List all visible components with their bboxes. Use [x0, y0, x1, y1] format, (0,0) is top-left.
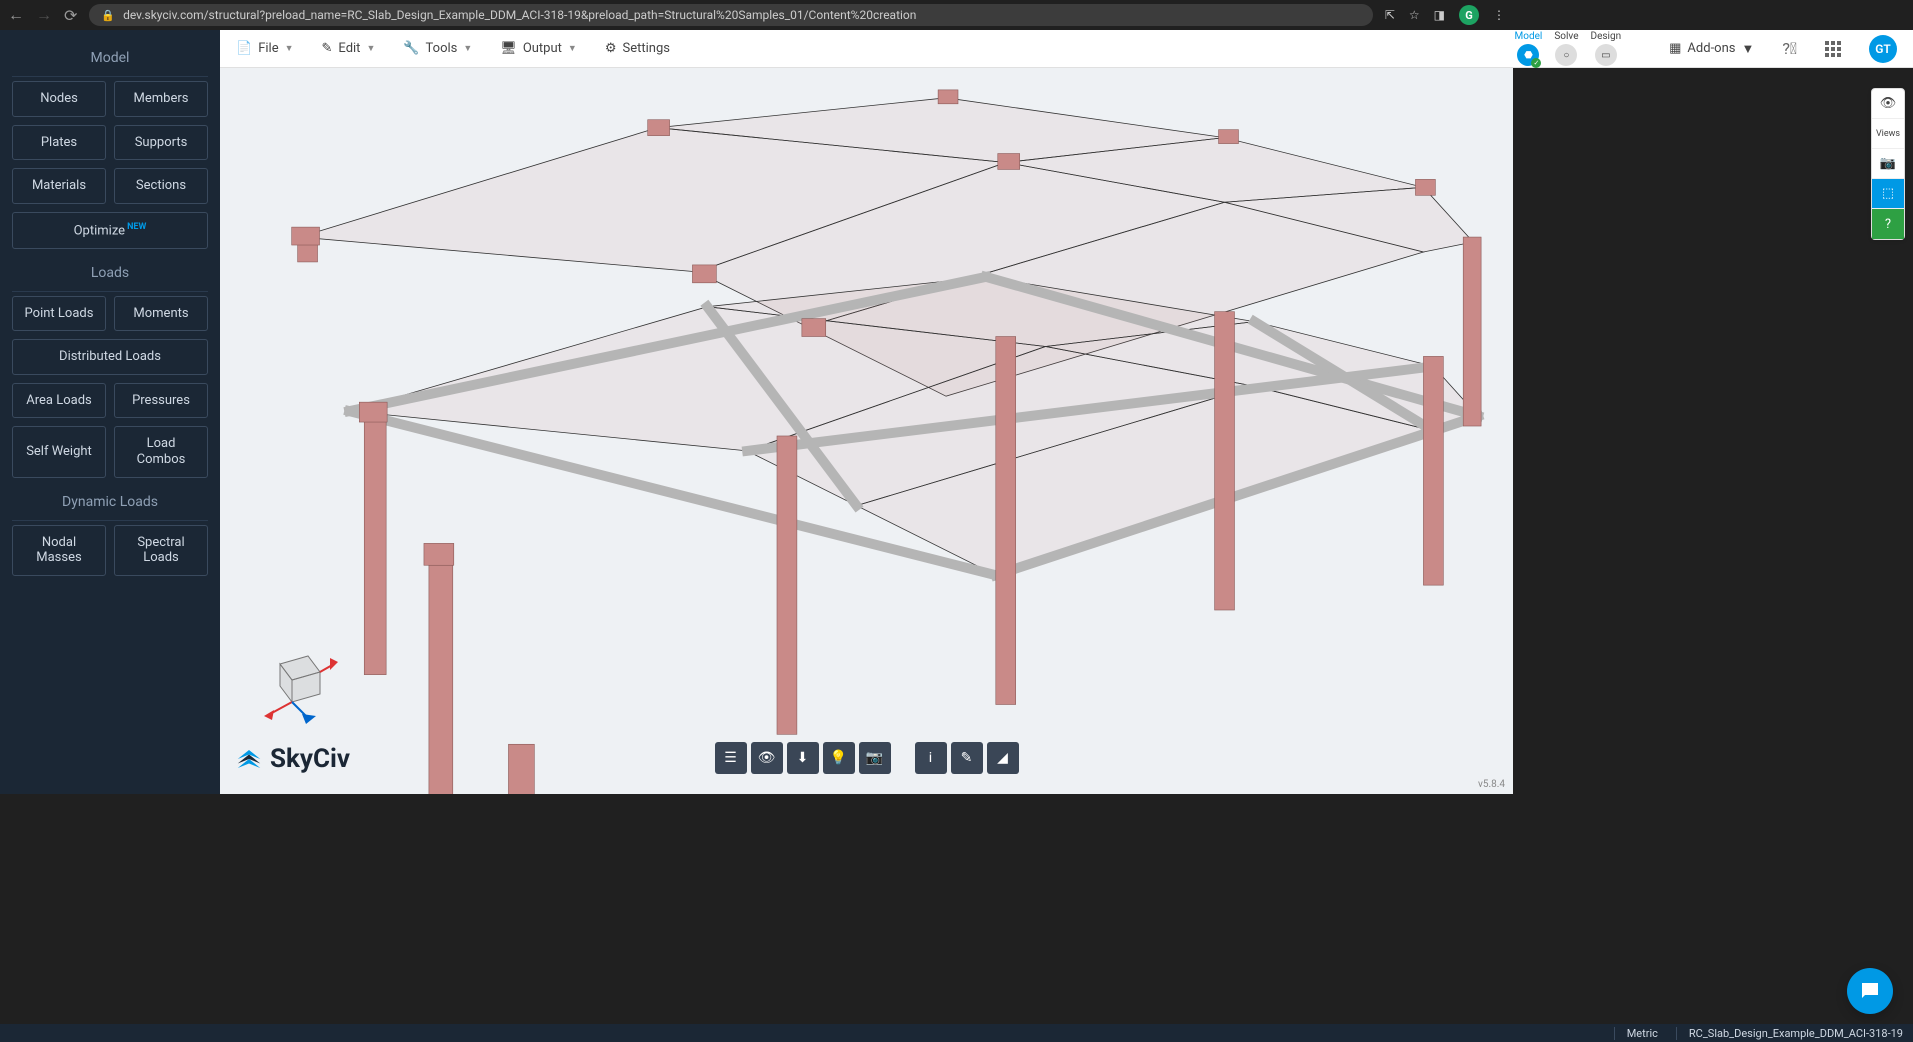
members-button[interactable]: Members [114, 81, 208, 117]
materials-button[interactable]: Materials [12, 168, 106, 204]
point-loads-button[interactable]: Point Loads [12, 296, 106, 332]
output-menu[interactable]: 🖥 Output ▼ [500, 41, 577, 56]
views-button[interactable]: Views [1872, 119, 1904, 149]
statusbar: Metric RC_Slab_Design_Example_DDM_ACI-31… [0, 1024, 1913, 1042]
browser-chrome: ← → ⟳ 🔒 dev.skyciv.com/structural?preloa… [0, 0, 1513, 30]
chevron-down-icon: ▼ [568, 43, 577, 54]
share-icon[interactable]: ⇱ [1385, 8, 1395, 22]
topbar: 📄 File ▼ ✎ Edit ▼ 🔧 Tools ▼ 🖥 Output ▼ ⚙… [220, 30, 1913, 68]
eye-icon[interactable]: 👁 [751, 742, 783, 774]
lightbulb-icon[interactable]: 💡 [823, 742, 855, 774]
layers-icon[interactable]: ☰ [715, 742, 747, 774]
file-menu[interactable]: 📄 File ▼ [236, 41, 294, 56]
info-icon[interactable]: i [915, 742, 947, 774]
nodal-masses-button[interactable]: Nodal Masses [12, 525, 106, 576]
chevron-down-icon: ▼ [366, 43, 375, 54]
pressures-button[interactable]: Pressures [114, 383, 208, 419]
user-avatar[interactable]: GT [1869, 35, 1897, 63]
axis-gizmo[interactable] [250, 644, 340, 724]
logo-icon [234, 744, 264, 774]
tools-menu[interactable]: 🔧 Tools ▼ [403, 41, 472, 56]
filename-label: RC_Slab_Design_Example_DDM_ACI-318-19 [1676, 1027, 1903, 1040]
skyciv-logo: SkyCiv [234, 744, 350, 774]
stage-design-icon: ▭ [1595, 44, 1617, 66]
file-icon: 📄 [236, 41, 252, 56]
spectral-loads-button[interactable]: Spectral Loads [114, 525, 208, 576]
screenshot-icon[interactable]: 📷 [1872, 149, 1904, 179]
load-combos-button[interactable]: Load Combos [114, 426, 208, 477]
forward-button[interactable]: → [36, 5, 52, 25]
plates-button[interactable]: Plates [12, 125, 106, 161]
settings-menu[interactable]: ⚙ Settings [605, 41, 670, 56]
model-section-title: Model [12, 50, 208, 66]
stage-model[interactable]: Model ⬣ [1515, 31, 1543, 66]
stage-design[interactable]: Design ▭ [1591, 31, 1622, 66]
wrench-icon: 🔧 [403, 41, 419, 56]
cube-icon[interactable]: ⬚ [1872, 179, 1904, 209]
stage-model-icon: ⬣ [1517, 44, 1539, 66]
back-button[interactable]: ← [8, 5, 24, 25]
visibility-icon[interactable]: 👁 [1872, 89, 1904, 119]
viewport-toolbar: ☰ 👁 ⬇ 💡 📷 i ✎ ◢ [715, 742, 1019, 774]
help-icon[interactable]: ?⃝ [1782, 39, 1797, 58]
stage-solve-icon: ○ [1555, 44, 1577, 66]
lock-icon: 🔒 [101, 9, 115, 22]
addons-menu[interactable]: ▦ Add-ons ▼ [1669, 41, 1754, 57]
gear-icon: ⚙ [605, 41, 617, 56]
star-icon[interactable]: ☆ [1409, 8, 1420, 22]
supports-button[interactable]: Supports [114, 125, 208, 161]
grid-icon: ▦ [1669, 41, 1681, 56]
structure-render [220, 68, 1513, 794]
sidebar: Model Nodes Members Plates Supports Mate… [0, 30, 220, 794]
workflow-stages: Model ⬣ Solve ○ Design ▭ [1515, 31, 1622, 66]
dynamic-loads-section-title: Dynamic Loads [12, 494, 208, 510]
chevron-down-icon: ▼ [463, 43, 472, 54]
optimize-button[interactable]: OptimizeNEW [12, 212, 208, 249]
extensions-icon[interactable]: ◨ [1434, 8, 1445, 22]
chat-bubble[interactable] [1847, 968, 1893, 1014]
self-weight-button[interactable]: Self Weight [12, 426, 106, 477]
url-bar[interactable]: 🔒 dev.skyciv.com/structural?preload_name… [89, 4, 1372, 26]
url-text: dev.skyciv.com/structural?preload_name=R… [123, 8, 916, 22]
camera-icon[interactable]: 📷 [859, 742, 891, 774]
eraser-icon[interactable]: ◢ [987, 742, 1019, 774]
stage-solve[interactable]: Solve ○ [1554, 31, 1578, 66]
distributed-loads-button[interactable]: Distributed Loads [12, 339, 208, 375]
sections-button[interactable]: Sections [114, 168, 208, 204]
apps-grid-icon[interactable] [1825, 41, 1841, 57]
moments-button[interactable]: Moments [114, 296, 208, 332]
browser-profile[interactable]: G [1459, 5, 1479, 25]
chevron-down-icon: ▼ [285, 43, 294, 54]
reload-button[interactable]: ⟳ [64, 6, 77, 25]
help-button[interactable]: ? [1872, 209, 1904, 239]
download-icon[interactable]: ⬇ [787, 742, 819, 774]
3d-viewport[interactable]: SkyCiv ☰ 👁 ⬇ 💡 📷 i ✎ ◢ v5.8.4 [220, 68, 1513, 794]
area-loads-button[interactable]: Area Loads [12, 383, 106, 419]
chat-icon [1858, 979, 1882, 1003]
right-toolbar: 👁 Views 📷 ⬚ ? [1871, 88, 1905, 240]
pencil-icon: ✎ [322, 41, 333, 56]
nodes-button[interactable]: Nodes [12, 81, 106, 117]
version-label: v5.8.4 [1478, 779, 1505, 790]
edit-menu[interactable]: ✎ Edit ▼ [322, 41, 376, 56]
chevron-down-icon: ▼ [1741, 41, 1754, 57]
edit-icon[interactable]: ✎ [951, 742, 983, 774]
kebab-icon[interactable]: ⋮ [1493, 8, 1505, 22]
monitor-icon: 🖥 [500, 41, 517, 56]
units-label[interactable]: Metric [1614, 1027, 1658, 1040]
loads-section-title: Loads [12, 265, 208, 281]
